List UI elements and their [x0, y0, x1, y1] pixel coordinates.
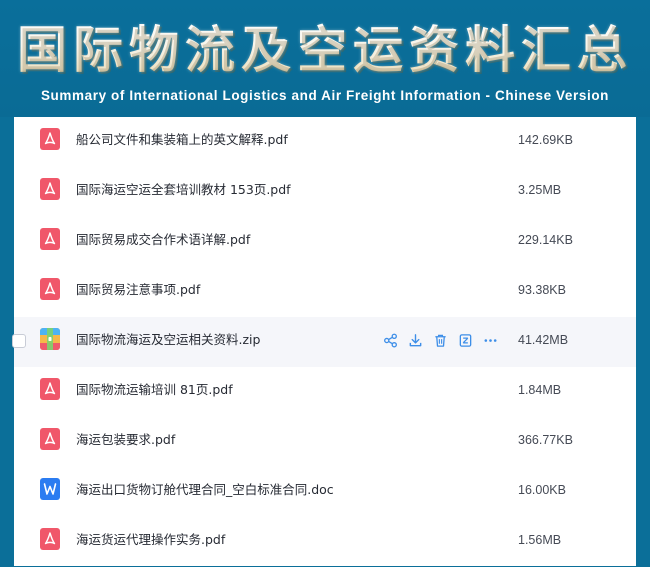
- file-name[interactable]: 海运包装要求.pdf: [76, 417, 175, 463]
- pdf-icon: [40, 128, 60, 150]
- download-icon[interactable]: [407, 332, 424, 348]
- file-row[interactable]: 海运出口货物订舱代理合同_空白标准合同.doc 16.00KB: [14, 467, 636, 517]
- header-banner: 国际物流及空运资料汇总 Summary of International Log…: [0, 0, 650, 117]
- pdf-icon: [40, 528, 60, 550]
- file-row[interactable]: 船公司文件和集装箱上的英文解释.pdf 142.69KB: [14, 117, 636, 167]
- pdf-icon: [40, 228, 60, 250]
- file-name[interactable]: 国际贸易成交合作术语详解.pdf: [76, 217, 250, 263]
- select-checkbox[interactable]: [12, 334, 26, 348]
- file-list: 船公司文件和集装箱上的英文解释.pdf 142.69KB 国际海运空运全套培训教…: [12, 117, 636, 567]
- pdf-icon: [40, 428, 60, 450]
- file-name[interactable]: 海运出口货物订舱代理合同_空白标准合同.doc: [76, 467, 334, 513]
- file-row[interactable]: 国际贸易成交合作术语详解.pdf 229.14KB: [14, 217, 636, 267]
- file-row[interactable]: 国际海运空运全套培训教材 153页.pdf 3.25MB: [14, 167, 636, 217]
- file-size: 41.42MB: [518, 333, 569, 347]
- pdf-icon: [40, 278, 60, 300]
- open-icon[interactable]: [457, 332, 474, 348]
- zip-icon: [40, 328, 60, 350]
- file-row[interactable]: 国际物流海运及空运相关资料.zip 41.42MB: [12, 317, 636, 367]
- share-icon[interactable]: [382, 332, 399, 348]
- file-size: 1.84MB: [518, 383, 562, 397]
- file-name[interactable]: 国际贸易注意事项.pdf: [76, 267, 200, 313]
- file-name[interactable]: 海运货运代理操作实务.pdf: [76, 517, 225, 563]
- file-name[interactable]: 国际物流运输培训 81页.pdf: [76, 367, 233, 413]
- file-row[interactable]: 海运货运代理操作实务.pdf 1.56MB: [14, 517, 636, 567]
- page-subtitle: Summary of International Logistics and A…: [40, 88, 610, 103]
- file-size: 1.56MB: [518, 533, 562, 547]
- file-size: 3.25MB: [518, 183, 562, 197]
- row-actions: [382, 332, 499, 348]
- pdf-icon: [40, 378, 60, 400]
- page-title: 国际物流及空运资料汇总: [0, 14, 650, 86]
- file-row[interactable]: 海运包装要求.pdf 366.77KB: [14, 417, 636, 467]
- file-row[interactable]: 国际贸易注意事项.pdf 93.38KB: [14, 267, 636, 317]
- file-size: 142.69KB: [518, 133, 573, 147]
- pdf-icon: [40, 178, 60, 200]
- doc-icon: [40, 478, 60, 500]
- file-row[interactable]: 国际物流运输培训 81页.pdf 1.84MB: [14, 367, 636, 417]
- file-name[interactable]: 船公司文件和集装箱上的英文解释.pdf: [76, 117, 288, 163]
- file-size: 229.14KB: [518, 233, 573, 247]
- file-size: 93.38KB: [518, 283, 566, 297]
- delete-icon[interactable]: [432, 332, 449, 348]
- file-size: 16.00KB: [518, 483, 566, 497]
- file-name[interactable]: 国际物流海运及空运相关资料.zip: [76, 317, 260, 363]
- more-icon[interactable]: [482, 332, 499, 348]
- file-size: 366.77KB: [518, 433, 573, 447]
- file-name[interactable]: 国际海运空运全套培训教材 153页.pdf: [76, 167, 291, 213]
